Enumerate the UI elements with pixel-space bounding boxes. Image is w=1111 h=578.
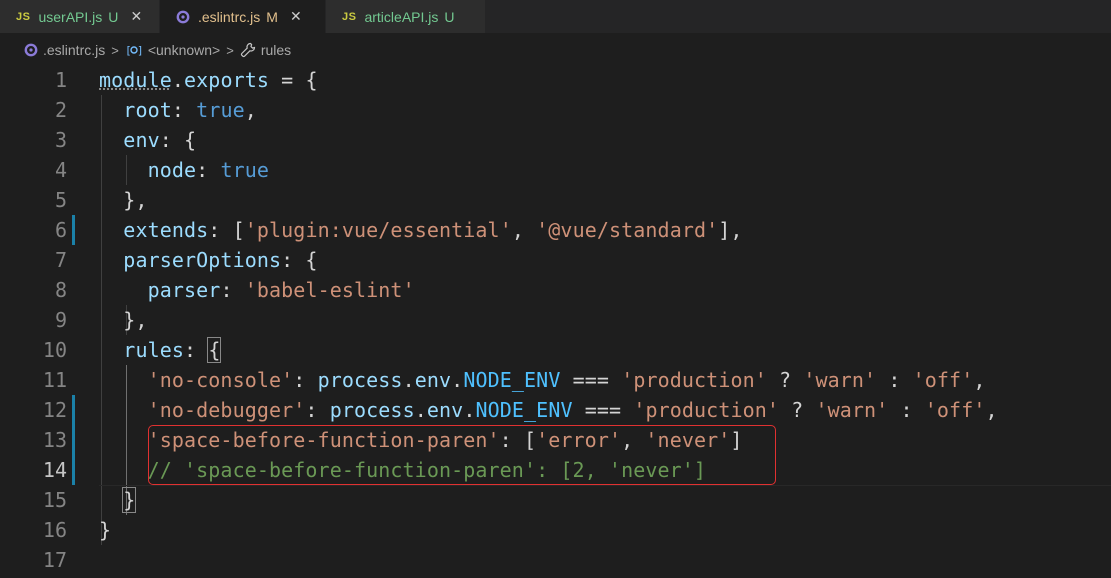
git-status-badge: U xyxy=(444,8,455,25)
tab-eslintrc[interactable]: .eslintrc.js M ✕ xyxy=(160,0,326,33)
code-text: root: true, xyxy=(123,98,257,122)
close-icon[interactable]: ✕ xyxy=(128,8,144,25)
breadcrumb: .eslintrc.js > [ ] <unknown> > rules xyxy=(0,37,1111,63)
code-line: 1 module.exports = { xyxy=(0,65,1111,95)
line-number: 12 xyxy=(42,398,67,422)
line-number: 9 xyxy=(54,308,67,332)
line-number: 7 xyxy=(54,248,67,272)
tab-label: articleAPI.js xyxy=(364,8,439,25)
code-text: extends: ['plugin:vue/essential', '@vue/… xyxy=(123,218,743,242)
code-text: } xyxy=(99,518,112,542)
git-status-badge: U xyxy=(108,8,119,25)
javascript-file-icon: JS xyxy=(342,10,357,23)
line-number: 15 xyxy=(42,488,67,512)
line-number: 4 xyxy=(54,158,67,182)
code-line: 3 env: { xyxy=(0,125,1111,155)
tab-label: userAPI.js xyxy=(38,8,103,25)
code-line: 16 } xyxy=(0,515,1111,545)
line-number: 10 xyxy=(42,338,67,362)
chevron-right-icon: > xyxy=(111,42,119,58)
breadcrumb-label: rules xyxy=(260,42,292,58)
line-number: 13 xyxy=(42,428,67,452)
breadcrumb-label: <unknown> xyxy=(147,42,221,58)
wrench-icon xyxy=(240,42,256,58)
symbol-object-icon: [ ] xyxy=(125,43,143,57)
chevron-right-icon: > xyxy=(226,42,234,58)
close-icon[interactable]: ✕ xyxy=(288,8,304,25)
breadcrumb-item-rules[interactable]: rules xyxy=(240,42,291,58)
current-line-highlight xyxy=(99,485,1111,486)
code-line: 8 parser: 'babel-eslint' xyxy=(0,275,1111,305)
annotation-highlight-box xyxy=(148,425,776,485)
code-line: 4 node: true xyxy=(0,155,1111,185)
code-text: parserOptions: { xyxy=(123,248,318,272)
line-number: 2 xyxy=(54,98,67,122)
code-text: rules: { xyxy=(123,337,222,363)
code-line: 6 extends: ['plugin:vue/essential', '@vu… xyxy=(0,215,1111,245)
code-text: parser: 'babel-eslint' xyxy=(147,278,415,302)
code-text: module.exports = { xyxy=(99,68,318,92)
tab-label: .eslintrc.js xyxy=(198,8,261,25)
code-line: 10 rules: { xyxy=(0,335,1111,365)
breadcrumb-item-file[interactable]: .eslintrc.js xyxy=(24,42,105,58)
breadcrumb-item-unknown[interactable]: [ ] <unknown> xyxy=(125,42,220,58)
code-text: }, xyxy=(99,308,148,332)
code-line: 12 'no-debugger': process.env.NODE_ENV =… xyxy=(0,395,1111,425)
line-number: 14 xyxy=(42,458,67,482)
code-line: 17 xyxy=(0,545,1111,575)
code-line: 7 parserOptions: { xyxy=(0,245,1111,275)
code-line: 9 }, xyxy=(0,305,1111,335)
config-gear-icon xyxy=(176,10,190,24)
tab-bar: JS userAPI.js U ✕ .eslintrc.js M ✕ JS ar… xyxy=(0,0,1111,33)
code-text: }, xyxy=(99,188,148,212)
code-text: } xyxy=(122,487,137,513)
tab-userapi[interactable]: JS userAPI.js U ✕ xyxy=(0,0,160,33)
breadcrumb-label: .eslintrc.js xyxy=(43,42,106,58)
line-number: 11 xyxy=(42,368,67,392)
code-text: 'no-debugger': process.env.NODE_ENV === … xyxy=(147,398,998,422)
line-number: 16 xyxy=(42,518,67,542)
line-number: 17 xyxy=(42,548,67,572)
code-line: 2 root: true, xyxy=(0,95,1111,125)
svg-text:]: ] xyxy=(137,44,143,57)
line-number: 5 xyxy=(54,188,67,212)
code-editor[interactable]: 1 module.exports = { 2 root: true, 3 env… xyxy=(0,65,1111,578)
code-text: node: true xyxy=(147,158,270,182)
tab-articleapi[interactable]: JS articleAPI.js U xyxy=(326,0,486,33)
code-line: 5 }, xyxy=(0,185,1111,215)
git-status-badge: M xyxy=(266,8,278,25)
code-text: env: { xyxy=(123,128,197,152)
javascript-file-icon: JS xyxy=(16,10,31,23)
code-line: 15 } xyxy=(0,485,1111,515)
line-number: 3 xyxy=(54,128,67,152)
line-number: 8 xyxy=(54,278,67,302)
code-line: 11 'no-console': process.env.NODE_ENV ==… xyxy=(0,365,1111,395)
line-number: 1 xyxy=(54,68,67,92)
line-number: 6 xyxy=(54,218,67,242)
code-text: 'no-console': process.env.NODE_ENV === '… xyxy=(147,368,986,392)
config-gear-icon xyxy=(24,43,38,57)
